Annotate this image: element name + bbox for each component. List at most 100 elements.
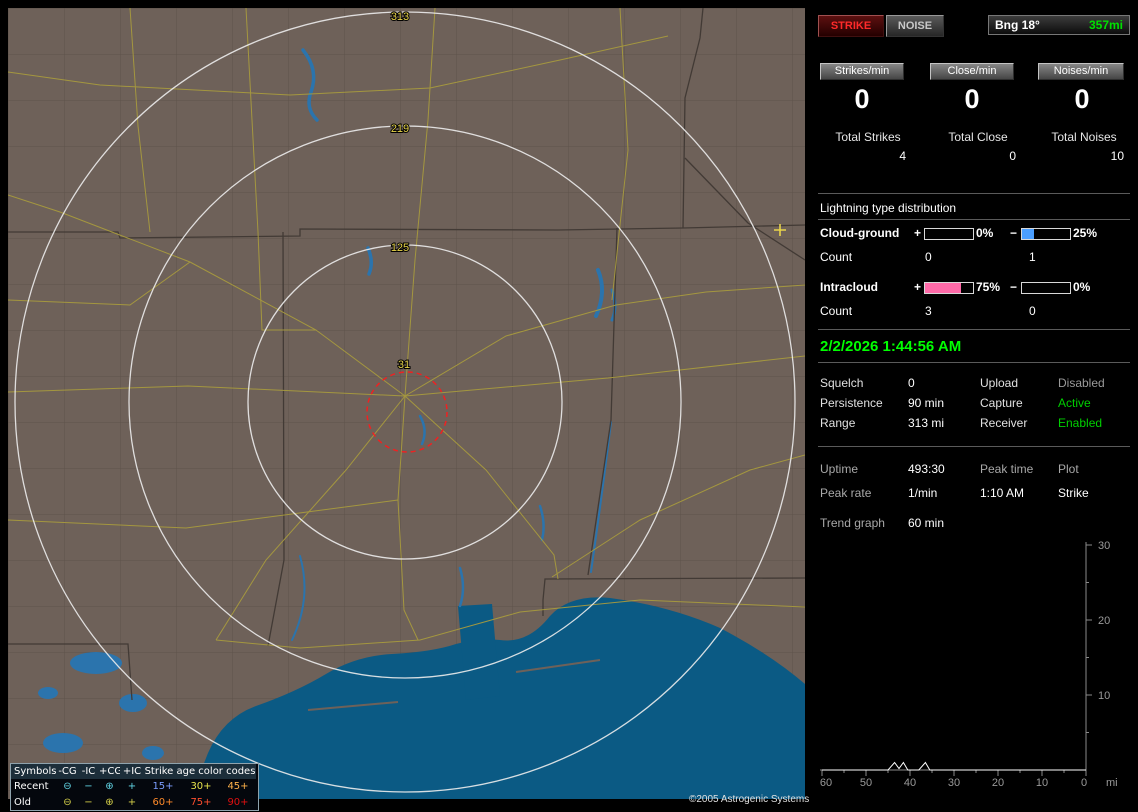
peak-time-header: Peak time <box>980 462 1034 476</box>
squelch-label: Squelch <box>820 376 864 390</box>
bearing-display: Bng 18° 357mi <box>988 15 1130 35</box>
total-strikes-label: Total Strikes <box>835 130 901 144</box>
total-close-label: Total Close <box>948 130 1008 144</box>
ic-minus-count: 0 <box>1029 304 1036 318</box>
legend-col-header: -CG <box>57 764 78 780</box>
squelch-value: 0 <box>908 376 915 390</box>
ic-minus-pct: 0% <box>1073 280 1091 294</box>
legend-col-header: -IC <box>78 764 99 780</box>
strikes-per-min-value: 0 <box>854 84 870 114</box>
x-axis-unit-label: min <box>1106 777 1118 789</box>
uptime-label: Uptime <box>820 462 859 476</box>
divider <box>818 446 1130 447</box>
clock-timestamp: 2/2/2026 1:44:56 AM <box>820 338 962 355</box>
radar-map[interactable]: 313 219 125 31 <box>7 7 806 799</box>
plot-value: Strike <box>1058 486 1089 500</box>
minus-sign: − <box>1010 226 1018 240</box>
legend-col-header: +IC <box>120 764 144 780</box>
noise-button[interactable]: NOISE <box>886 15 944 37</box>
y-tick-label: 20 <box>1098 615 1110 627</box>
cg-minus-recent-icon: ⊖ <box>63 781 72 793</box>
cg-plus-recent-icon: ⊕ <box>105 781 114 793</box>
upload-label: Upload <box>980 376 1019 390</box>
minus-sign: − <box>1010 280 1018 294</box>
cg-minus-bar-fill <box>1022 229 1034 239</box>
persistence-value: 90 min <box>908 396 945 410</box>
capture-status: Active <box>1058 396 1091 410</box>
cg-minus-old-icon: ⊖ <box>63 796 72 808</box>
ic-plus-bar-fill <box>925 283 961 293</box>
range-ring-label: 31 <box>398 359 410 371</box>
lake <box>43 733 83 753</box>
distribution-title: Lightning type distribution <box>820 201 957 215</box>
ic-minus-bar <box>1021 282 1071 294</box>
legend-age-header: Strike age color codes <box>144 764 256 780</box>
intracloud-label: Intracloud <box>820 280 879 294</box>
close-per-min-header[interactable]: Close/min <box>930 63 1014 80</box>
age-code: 15+ <box>152 781 174 793</box>
legend-old-label: Old <box>14 796 31 808</box>
bearing-label: Bng 18° <box>995 18 1040 32</box>
range-value: 313 mi <box>908 416 945 430</box>
total-close-value: 0 <box>1009 149 1016 163</box>
peak-rate-label: Peak rate <box>820 486 872 500</box>
persistence-label: Persistence <box>820 396 883 410</box>
bearing-range: 357mi <box>1088 18 1123 32</box>
cg-minus-pct: 25% <box>1073 226 1098 240</box>
lake <box>70 652 122 674</box>
legend-col-header: +CG <box>99 764 122 780</box>
cg-plus-pct: 0% <box>976 226 994 240</box>
cg-minus-count: 1 <box>1029 250 1036 264</box>
map-legend: Symbols -CG -IC +CG +IC Strike age color… <box>10 763 259 811</box>
cg-minus-bar <box>1021 228 1071 240</box>
x-tick-label: 40 <box>904 777 916 789</box>
x-tick-label: 60 <box>820 777 832 789</box>
noises-per-min-header[interactable]: Noises/min <box>1038 63 1124 80</box>
total-noises-label: Total Noises <box>1051 130 1117 144</box>
trend-line <box>822 761 1086 771</box>
age-code: 75+ <box>190 796 212 808</box>
x-tick-label: 0 <box>1081 777 1087 789</box>
x-tick-label: 30 <box>948 777 960 789</box>
divider <box>818 193 1130 194</box>
x-tick-label: 10 <box>1036 777 1048 789</box>
uptime-value: 493:30 <box>908 462 945 476</box>
ic-plus-count: 3 <box>925 304 932 318</box>
total-strikes-value: 4 <box>899 149 906 163</box>
lake <box>38 687 58 699</box>
cloud-ground-label: Cloud-ground <box>820 226 900 240</box>
age-code: 30+ <box>190 781 212 793</box>
x-tick-label: 50 <box>860 777 872 789</box>
receiver-label: Receiver <box>980 416 1028 430</box>
ic-count-label: Count <box>820 304 853 318</box>
copyright-text: ©2005 Astrogenic Systems <box>689 794 810 805</box>
age-code: 90+ <box>227 796 249 808</box>
receiver-status: Enabled <box>1058 416 1103 430</box>
y-tick-label: 30 <box>1098 540 1110 552</box>
strike-button[interactable]: STRIKE <box>818 15 884 37</box>
cg-count-label: Count <box>820 250 853 264</box>
age-code: 60+ <box>152 796 174 808</box>
trend-y-labels: 30 20 10 <box>1098 540 1110 702</box>
cg-plus-old-icon: ⊕ <box>105 796 114 808</box>
ic-minus-old-icon: − <box>84 796 93 808</box>
ic-plus-recent-icon: + <box>127 781 137 793</box>
lake <box>142 746 164 760</box>
cg-plus-bar <box>924 228 974 240</box>
divider <box>818 362 1130 363</box>
ic-plus-bar <box>924 282 974 294</box>
age-code: 45+ <box>227 781 249 793</box>
strikes-per-min-header[interactable]: Strikes/min <box>820 63 904 80</box>
map-canvas: 313 219 125 31 <box>7 7 806 799</box>
plot-header: Plot <box>1058 462 1079 476</box>
peak-rate-value: 1/min <box>908 486 938 500</box>
ic-minus-recent-icon: − <box>84 781 93 793</box>
noises-per-min-value: 0 <box>1074 84 1090 114</box>
y-tick-label: 10 <box>1098 690 1110 702</box>
divider <box>818 329 1130 330</box>
status-panel: STRIKE NOISE Bng 18° 357mi Strikes/min C… <box>812 0 1138 812</box>
ic-plus-pct: 75% <box>976 280 1001 294</box>
trend-graph-label: Trend graph <box>820 516 885 530</box>
trend-x-labels: 60 50 40 30 20 10 0 min <box>820 777 1124 789</box>
x-tick-label: 20 <box>992 777 1004 789</box>
